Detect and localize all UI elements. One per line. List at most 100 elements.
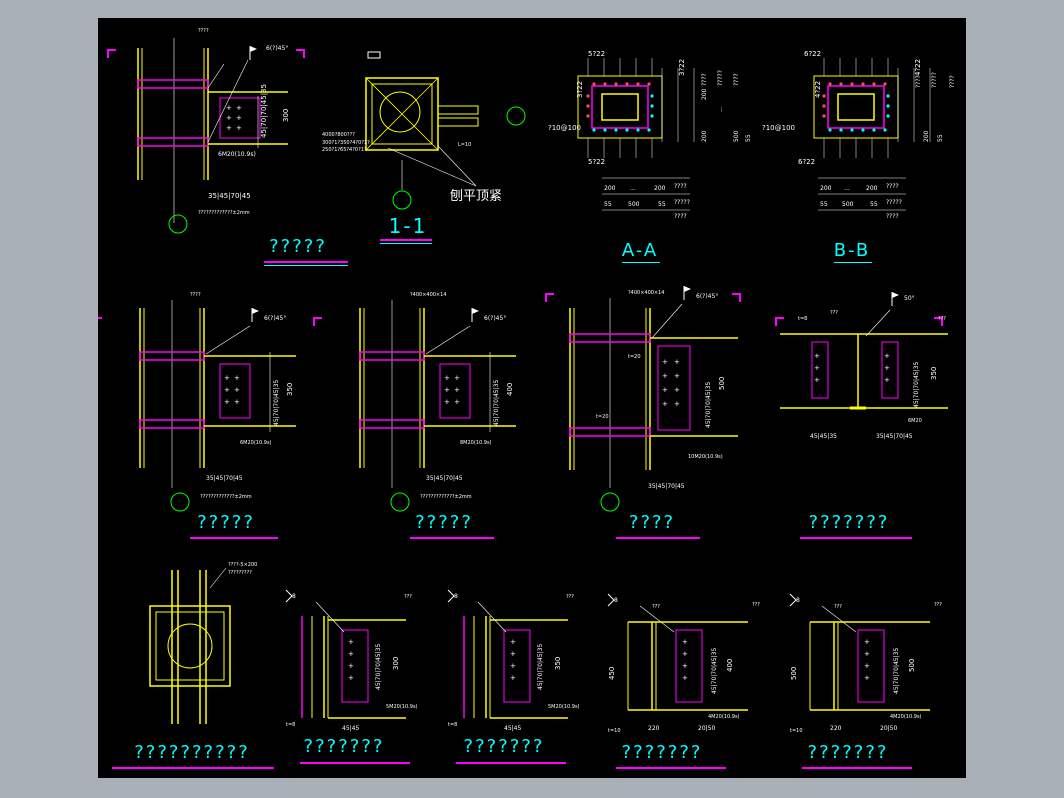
dimension-text: 8 xyxy=(796,597,800,604)
bolt-mark: + xyxy=(234,374,240,382)
bolt-mark: + xyxy=(814,352,820,360)
weld-flag xyxy=(472,308,479,314)
dimension-text: 500 xyxy=(718,377,726,390)
planed-note: 刨平顶紧 xyxy=(450,189,502,204)
shear-plate xyxy=(675,629,703,703)
dimension-text: ??? xyxy=(934,602,942,608)
bolt-spec-text: 4M20(10.9s) xyxy=(890,714,922,720)
title-column-beam-joint-1: ????? xyxy=(269,236,327,257)
dimension-text: ??? xyxy=(404,594,412,600)
title-joint-8: ??????? xyxy=(463,736,545,757)
axis-bubble xyxy=(170,492,190,512)
dimension-text: 220 xyxy=(648,725,660,732)
dimension-text: 45|45|35 xyxy=(810,433,837,440)
rebar-dot xyxy=(828,128,832,132)
rebar-dot xyxy=(839,82,843,86)
view-corner-mark xyxy=(775,317,784,326)
dimension-text: 45|70|70|45|35 xyxy=(913,362,920,408)
bolt-mark: + xyxy=(226,124,232,132)
dimension-text: 8 xyxy=(614,597,618,604)
bolt-spec-text: 6M20(10.9s) xyxy=(240,440,272,446)
bolt-mark: + xyxy=(864,674,870,682)
bolt-spec-text: 8M20(10.9s) xyxy=(460,440,492,446)
dimension-text: 8 xyxy=(292,593,296,600)
title-underline xyxy=(802,767,912,769)
dimension-text: 400 xyxy=(506,383,514,396)
title-section-b-b: B-B xyxy=(833,240,871,261)
leader-line xyxy=(207,63,225,89)
top-note-text: ???? xyxy=(198,28,209,34)
weld-spec-text: 6(?)45° xyxy=(696,293,718,300)
rebar-dot xyxy=(586,104,590,108)
dimension-text: 35|45|70|45 xyxy=(208,192,251,200)
dimension-text: 220 xyxy=(830,725,842,732)
dimension-text: 35|45|70|45 xyxy=(426,475,463,482)
dimension-text: 45|70|70|45|35 xyxy=(260,84,268,138)
title-underline xyxy=(380,243,432,244)
dimension-text: 55 xyxy=(820,201,828,208)
dimension-text: 500 xyxy=(733,130,740,142)
shear-plate xyxy=(857,629,885,703)
title-underline xyxy=(616,537,700,539)
rebar-dot xyxy=(650,114,654,118)
bolt-mark: + xyxy=(510,674,516,682)
steel-section xyxy=(837,93,875,121)
shear-plate xyxy=(503,629,531,703)
bolt-mark: + xyxy=(224,398,230,406)
dimension-text: 200 xyxy=(866,185,878,192)
rebar-dot xyxy=(886,94,890,98)
leader-line xyxy=(315,601,345,633)
bolt-mark: + xyxy=(674,372,680,380)
dimension-text: 3?22 xyxy=(678,59,686,76)
bolt-mark: + xyxy=(814,364,820,372)
title-joint-10: ??????? xyxy=(807,742,889,763)
axis-bubble xyxy=(392,190,412,210)
dimension-text: 55 xyxy=(604,201,612,208)
dimension-text: t=20 xyxy=(628,354,641,360)
dimension-text: ???? xyxy=(886,183,899,190)
top-note-text: ???? xyxy=(190,292,201,298)
dimension-text: 45|45 xyxy=(342,725,359,732)
bolt-mark: + xyxy=(454,374,460,382)
shear-plate xyxy=(341,629,369,703)
bolt-mark: + xyxy=(884,352,890,360)
dimension-text: ??? xyxy=(834,604,842,610)
dimension-text: ... xyxy=(844,185,850,192)
bolt-mark: + xyxy=(234,398,240,406)
rebar-dot xyxy=(636,82,640,86)
dimension-text: ??? xyxy=(652,604,660,610)
rebar-dot xyxy=(861,82,865,86)
dimension-text: t=8 xyxy=(798,316,807,322)
dimension-text: 6?22 xyxy=(804,50,821,58)
bolt-mark: + xyxy=(884,376,890,384)
weld-flag xyxy=(892,292,899,298)
title-section-a-a: A-A xyxy=(621,240,659,261)
dimension-text: ????? xyxy=(717,70,724,86)
rebar-dot xyxy=(850,128,854,132)
bolt-mark: + xyxy=(864,650,870,658)
dimension-text: t=20 xyxy=(596,414,609,420)
dimension-text: 300 xyxy=(282,109,290,122)
title-underline xyxy=(622,262,660,263)
dimension-text: 350 xyxy=(286,383,294,396)
dimension-text: 35|45|70|45 xyxy=(876,433,913,440)
dimension-text: ???? xyxy=(949,75,956,88)
cad-drawing-canvas: + + + + + + 45|70|70|45|35 300 6M20(10.9s) 35|45|… xyxy=(98,28,956,734)
dimension-text: ??? xyxy=(938,316,946,322)
title-underline xyxy=(190,537,278,539)
note-text: 4000?800??? xyxy=(322,132,355,138)
bolt-mark: + xyxy=(348,638,354,646)
view-corner-mark xyxy=(313,317,322,326)
bolt-mark: + xyxy=(348,650,354,658)
axis-bubble xyxy=(168,214,188,234)
weld-spec-text: 6(?)45° xyxy=(266,45,288,52)
view-corner-mark xyxy=(98,317,102,319)
dimension-text: 200 xyxy=(820,185,832,192)
dimension-text: 4?22 xyxy=(914,59,922,76)
rebar-text: ?10@100 xyxy=(762,124,795,132)
title-underline xyxy=(616,767,726,769)
dimension-text: 45|45 xyxy=(504,725,521,732)
dimension-text: 200 xyxy=(604,185,616,192)
dimension-text: t=8 xyxy=(448,722,457,728)
bolt-mark: + xyxy=(236,104,242,112)
